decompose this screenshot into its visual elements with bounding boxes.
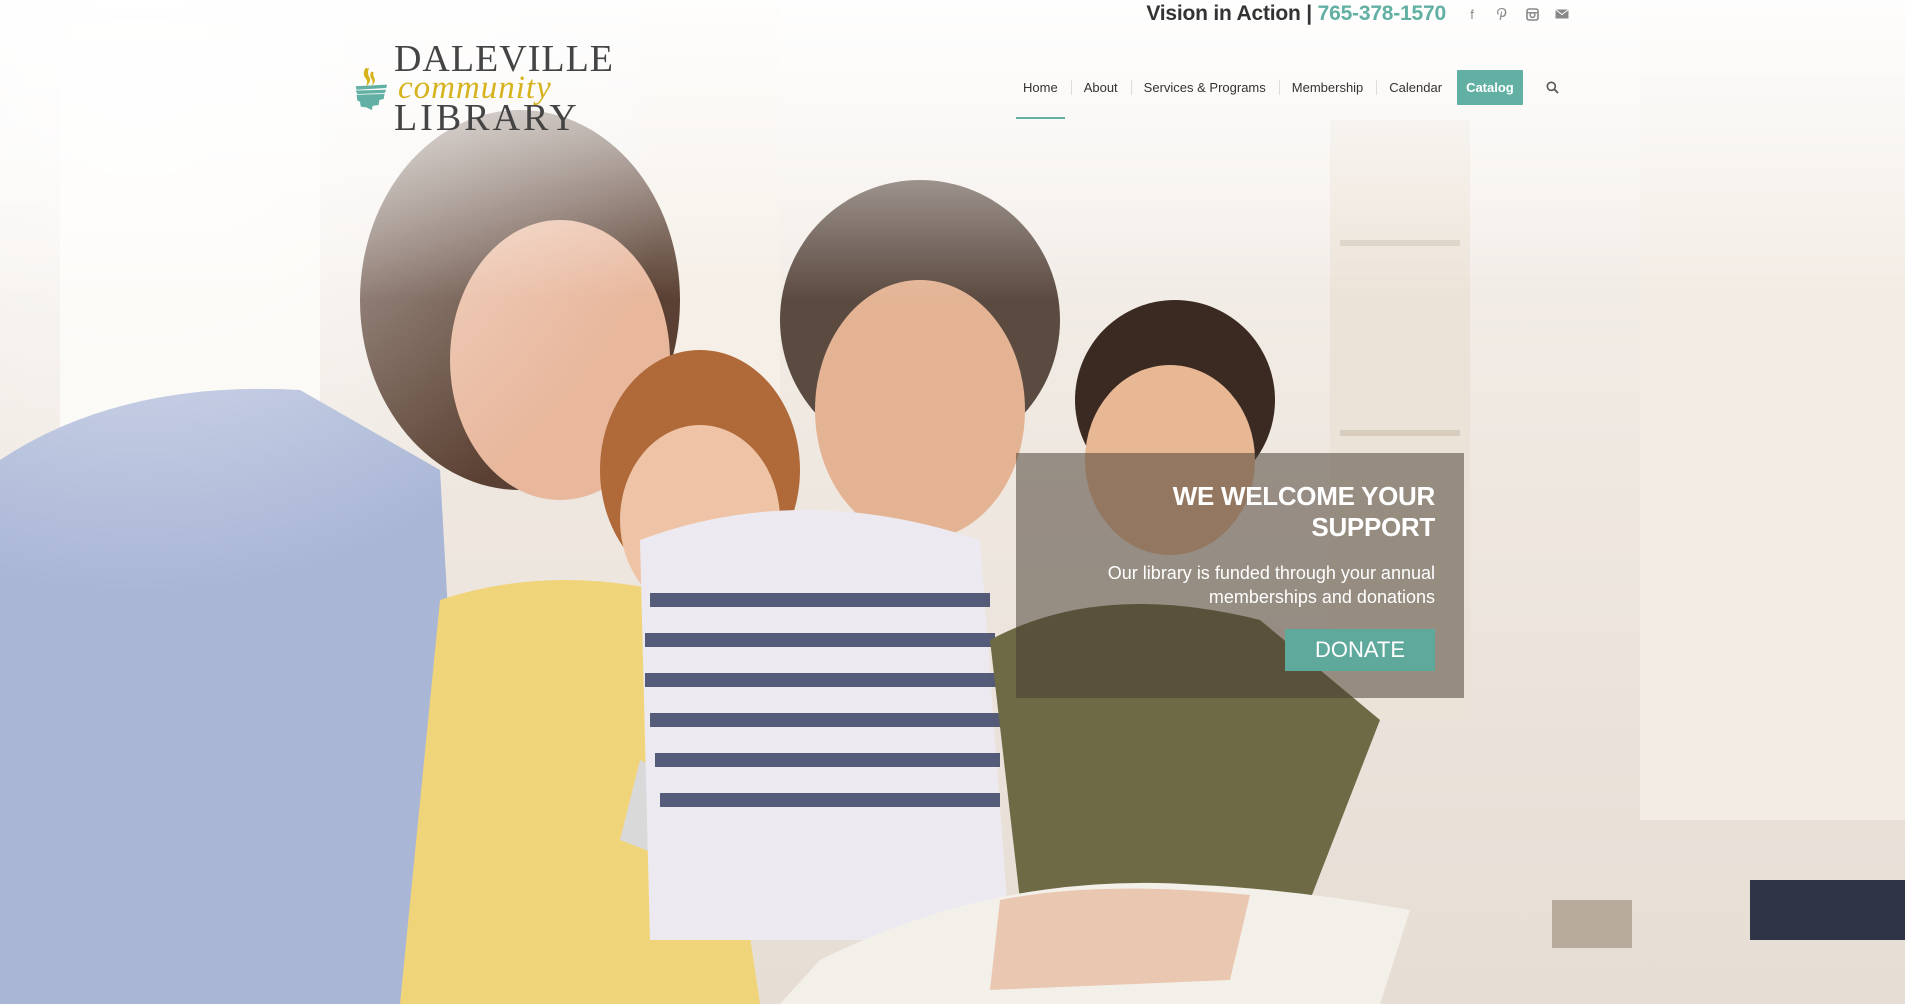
social-links: f <box>1464 6 1570 22</box>
mail-icon[interactable] <box>1554 6 1570 22</box>
instagram-icon[interactable] <box>1524 6 1540 22</box>
logo-wordmark: DALEVILLE community LIBRARY <box>394 40 614 137</box>
main-nav: Home About Services & Programs Membershi… <box>1010 69 1563 119</box>
logo-line-library: LIBRARY <box>393 96 580 139</box>
donate-button[interactable]: DONATE <box>1285 629 1435 671</box>
nav-item-services-programs[interactable]: Services & Programs <box>1130 70 1279 104</box>
search-icon[interactable] <box>1543 77 1563 97</box>
support-panel: WE WELCOME YOUR SUPPORT Our library is f… <box>1016 453 1464 698</box>
facebook-icon[interactable]: f <box>1464 6 1480 22</box>
slogan-text: Vision in Action | <box>1146 2 1312 25</box>
nav-item-catalog[interactable]: Catalog <box>1457 69 1523 105</box>
hero-background <box>0 0 1905 1004</box>
header-slogan: Vision in Action | 765-378-1570 <box>1146 2 1446 26</box>
top-bar: Vision in Action | 765-378-1570 f <box>1146 0 1570 28</box>
nav-item-home[interactable]: Home <box>1010 70 1071 119</box>
phone-number[interactable]: 765-378-1570 <box>1318 2 1447 25</box>
pinterest-icon[interactable] <box>1494 6 1510 22</box>
support-heading: WE WELCOME YOUR SUPPORT <box>1172 481 1436 542</box>
nav-item-about[interactable]: About <box>1070 70 1131 104</box>
site-logo[interactable]: DALEVILLE community LIBRARY <box>354 36 614 140</box>
support-text: Our library is funded through your annua… <box>1107 563 1435 607</box>
nav-item-membership[interactable]: Membership <box>1278 70 1377 104</box>
torch-logo-icon <box>355 67 388 111</box>
nav-item-calendar[interactable]: Calendar <box>1376 70 1455 104</box>
